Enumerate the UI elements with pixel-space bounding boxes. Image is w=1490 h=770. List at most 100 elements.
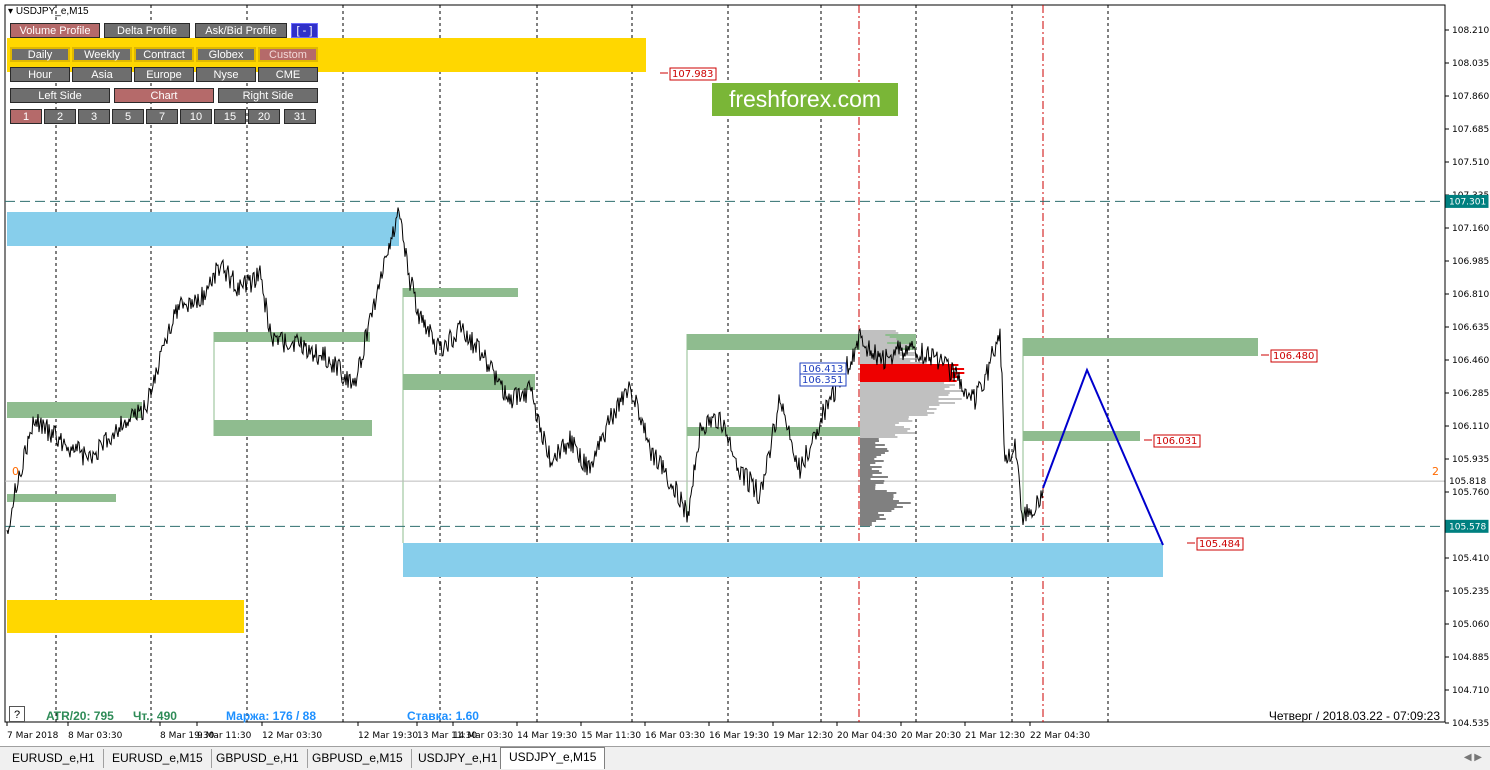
tab-scroll-arrows-icon[interactable]: ◀ ▶ xyxy=(1464,752,1482,763)
profile-bar xyxy=(860,372,965,374)
tab-gbpusd-h1[interactable]: GBPUSD_e,H1 xyxy=(208,749,308,768)
profile-bar xyxy=(860,476,888,478)
rate-readout: Ставка: 1.60 xyxy=(407,709,479,723)
price-tick-label: 105.935 xyxy=(1452,455,1489,465)
profile-bar xyxy=(860,420,913,422)
server-datetime: Четверг / 2018.03.22 - 07:09:23 xyxy=(1268,709,1440,723)
price-tick-label: 105.760 xyxy=(1452,488,1489,498)
profile-bar xyxy=(860,428,911,430)
price-tick-label: 107.510 xyxy=(1452,158,1489,168)
tab-gbpusd-m15[interactable]: GBPUSD_e,M15 xyxy=(304,749,412,768)
profile-bar xyxy=(860,390,964,392)
profile-bar xyxy=(860,402,956,404)
time-tick-label: 12 Mar 03:30 xyxy=(262,731,322,741)
label-106031: 106.031 xyxy=(1156,436,1197,447)
period-button-6[interactable]: 10 xyxy=(180,109,212,124)
tab-eurusd-m15[interactable]: EURUSD_e,M15 xyxy=(104,749,212,768)
delta-profile-button[interactable]: Delta Profile xyxy=(104,23,190,38)
profile-bar xyxy=(860,432,916,434)
profile-bar xyxy=(860,408,937,410)
profile-bar xyxy=(860,494,894,496)
period-button-1[interactable]: 1 xyxy=(10,109,42,124)
price-tick-label: 106.460 xyxy=(1452,356,1489,366)
period-button-4[interactable]: 5 xyxy=(112,109,144,124)
profile-bar xyxy=(860,514,884,516)
profile-bar xyxy=(860,502,911,504)
profile-bar xyxy=(860,344,913,346)
weekly-button[interactable]: Weekly xyxy=(72,47,132,62)
hour-button[interactable]: Hour xyxy=(10,67,70,82)
chart-tabs: EURUSD_e,H1 EURUSD_e,M15 GBPUSD_e,H1 GBP… xyxy=(0,746,1490,770)
contract-button[interactable]: Contract xyxy=(134,47,194,62)
time-tick-label: 16 Mar 03:30 xyxy=(645,731,705,741)
time-tick-label: 8 Mar 03:30 xyxy=(68,731,123,741)
profile-bar xyxy=(860,440,880,442)
chart-area[interactable]: 108.210 108.035 107.860 107.685 107.510 107.3… xyxy=(0,0,1490,745)
tab-usdjpy-m15[interactable]: USDJPY_e,M15 xyxy=(500,747,606,769)
globex-button[interactable]: Globex xyxy=(196,47,256,62)
price-tick-label: 106.635 xyxy=(1452,323,1489,333)
price-tick-label: 104.710 xyxy=(1452,686,1489,696)
profile-bar xyxy=(860,468,872,470)
right-side-button[interactable]: Right Side xyxy=(218,88,318,103)
period-button-8[interactable]: 20 xyxy=(248,109,280,124)
symbol-title-text: USDJPY_e,M15 xyxy=(15,6,89,17)
profile-bar xyxy=(860,446,876,448)
profile-bar xyxy=(860,498,894,500)
gold-zone-bottom xyxy=(7,600,244,633)
ask-bid-profile-button[interactable]: Ask/Bid Profile xyxy=(195,23,287,38)
tab-eurusd-h1[interactable]: EURUSD_e,H1 xyxy=(4,749,104,768)
custom-button[interactable]: Custom xyxy=(258,47,318,62)
collapse-panel-button[interactable]: [ - ] xyxy=(291,23,318,38)
period-button-5[interactable]: 7 xyxy=(146,109,178,124)
cme-button[interactable]: CME xyxy=(258,67,318,82)
profile-bar xyxy=(860,332,899,334)
profile-bar xyxy=(860,456,877,458)
volume-zone-2 xyxy=(214,332,370,342)
profile-bar xyxy=(860,358,916,360)
time-tick-label: 14 Mar 03:30 xyxy=(453,731,513,741)
current-price-marker: 105.818 xyxy=(1449,477,1486,487)
profile-bar xyxy=(860,458,875,460)
volume-zone-1 xyxy=(7,494,116,502)
label-106413: 106.413 xyxy=(802,364,843,375)
nyse-button[interactable]: Nyse xyxy=(196,67,256,82)
level-low-marker: 105.578 xyxy=(1449,522,1486,532)
period-button-9[interactable]: 31 xyxy=(284,109,316,124)
profile-bar xyxy=(860,330,896,332)
profile-bar xyxy=(860,412,935,414)
profile-bar xyxy=(860,450,889,452)
period-button-3[interactable]: 3 xyxy=(78,109,110,124)
label-105484: 105.484 xyxy=(1199,539,1240,550)
profile-bar xyxy=(860,400,939,402)
volume-zone-9 xyxy=(1023,431,1140,441)
volume-zone-8 xyxy=(1023,338,1258,356)
period-button-2[interactable]: 2 xyxy=(44,109,76,124)
profile-bar xyxy=(860,362,927,364)
tab-usdjpy-h1[interactable]: USDJPY_e,H1 xyxy=(410,749,507,768)
help-button[interactable]: ? xyxy=(9,706,25,722)
profile-bar xyxy=(860,416,909,418)
blue-zone-top xyxy=(7,212,399,246)
profile-bar xyxy=(860,424,896,426)
asia-button[interactable]: Asia xyxy=(72,67,132,82)
left-side-button[interactable]: Left Side xyxy=(10,88,110,103)
profile-bar xyxy=(860,404,940,406)
chart-button[interactable]: Chart xyxy=(114,88,214,103)
daily-button[interactable]: Daily xyxy=(10,47,70,62)
volume-profile-button[interactable]: Volume Profile xyxy=(10,23,100,38)
profile-bar xyxy=(860,442,876,444)
profile-bar xyxy=(860,438,879,440)
profile-bar xyxy=(860,492,897,494)
dropdown-triangle-icon[interactable]: ▾ xyxy=(8,6,13,17)
profile-bar xyxy=(860,490,887,492)
profile-bar xyxy=(860,520,877,522)
profile-bar xyxy=(860,482,884,484)
profile-bar xyxy=(860,454,882,456)
europe-button[interactable]: Europe xyxy=(134,67,194,82)
profile-bar xyxy=(860,496,894,498)
right-counter-label: 2 xyxy=(1432,465,1439,478)
profile-bar xyxy=(860,486,876,488)
profile-bar xyxy=(860,470,880,472)
period-button-7[interactable]: 15 xyxy=(214,109,246,124)
